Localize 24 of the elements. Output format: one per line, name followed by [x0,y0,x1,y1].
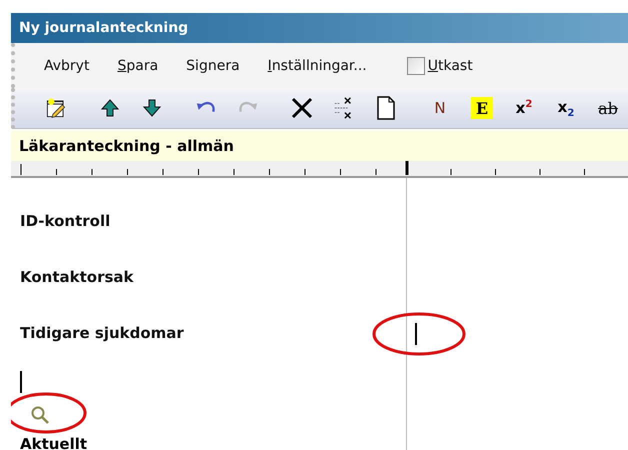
close-icon[interactable] [291,97,313,119]
search-icon[interactable] [30,405,50,425]
text-cursor [20,371,22,393]
window-title: Ny journalanteckning [11,13,628,43]
section-heading: ID-kontroll [20,211,110,231]
menu-item[interactable]: Avbryt [44,58,90,74]
format-button[interactable]: x$_{2}$ [555,93,577,123]
strikethrough-button[interactable]: ab [597,93,619,123]
text-cursor [415,323,416,345]
format-button[interactable]: x$^{2}$ [513,93,535,123]
draft-checkbox[interactable] [406,56,425,74]
blank-page-icon[interactable] [376,96,396,120]
menu-item[interactable]: Spara [117,58,158,74]
arrow-up-icon[interactable] [100,98,120,118]
section-heading: Aktuellt [20,434,88,450]
template-title: Läkaranteckning - allmän [11,131,628,161]
section-heading: Tidigare sjukdomar [20,323,184,343]
arrow-down-icon[interactable] [142,98,162,118]
section-heading: Kontaktorsak [20,267,134,287]
menu-item[interactable]: Signera [186,58,240,74]
format-button[interactable]: N [429,93,451,123]
checkbox-label[interactable]: Utkast [428,58,473,74]
menu-item[interactable]: Inställningar... [268,58,367,74]
format-button[interactable]: E [471,97,493,119]
